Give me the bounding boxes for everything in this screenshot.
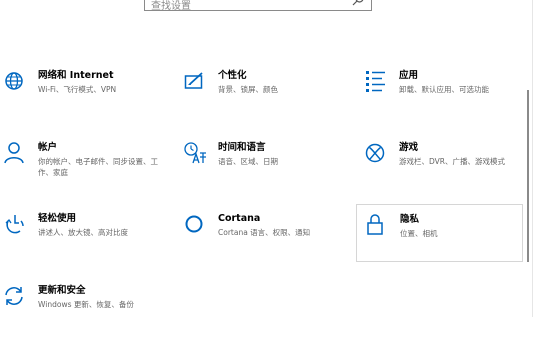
tile-title: 游戏 — [399, 142, 419, 153]
tile-description: 语音、区域、日期 — [218, 157, 278, 166]
tile-description: 讲述人、放大镜、高对比度 — [38, 228, 128, 237]
personalization-icon — [184, 70, 208, 94]
ease-of-access-icon — [4, 213, 28, 237]
tile-accounts[interactable]: 帐户 你的帐户、电子邮件、同步设置、工作、家庭 — [4, 142, 172, 200]
tile-title: 网络和 Internet — [38, 70, 114, 81]
tile-title: 个性化 — [218, 70, 247, 81]
tile-title: 帐户 — [38, 142, 58, 153]
tile-personalization[interactable]: 个性化 背景、锁屏、颜色 — [184, 70, 352, 128]
globe-icon — [4, 70, 28, 94]
tile-ease-of-access[interactable]: 轻松使用 讲述人、放大镜、高对比度 — [4, 213, 172, 271]
search-input[interactable]: 查找设置 — [144, 0, 372, 12]
update-icon — [4, 285, 28, 309]
tile-description: 你的帐户、电子邮件、同步设置、工作、家庭 — [38, 157, 158, 177]
tile-description: 背景、锁屏、颜色 — [218, 85, 278, 94]
tile-network-internet[interactable]: 网络和 Internet Wi-Fi、飞行模式、VPN — [4, 70, 172, 128]
xbox-icon — [365, 142, 389, 166]
tile-time-language[interactable]: 时间和语言 语音、区域、日期 — [184, 142, 352, 200]
tile-description: Wi-Fi、飞行模式、VPN — [38, 85, 117, 94]
search-icon[interactable] — [351, 0, 365, 7]
tile-description: 位置、相机 — [400, 229, 438, 238]
tile-title: 时间和语言 — [218, 142, 266, 153]
search-placeholder: 查找设置 — [151, 1, 191, 12]
cortana-icon — [184, 213, 208, 237]
tile-privacy[interactable]: 隐私 位置、相机 — [356, 204, 523, 262]
tile-description: 游戏栏、DVR、广播、游戏模式 — [399, 157, 505, 166]
window-border — [532, 0, 533, 317]
tile-gaming[interactable]: 游戏 游戏栏、DVR、广播、游戏模式 — [365, 142, 533, 200]
lock-icon — [366, 214, 390, 238]
time-language-icon — [184, 142, 208, 166]
tile-description: 卸载、默认应用、可选功能 — [399, 85, 489, 94]
tile-title: 更新和安全 — [38, 285, 86, 296]
tile-title: 轻松使用 — [38, 213, 77, 224]
tile-description: Windows 更新、恢复、备份 — [38, 300, 134, 309]
tile-update-security[interactable]: 更新和安全 Windows 更新、恢复、备份 — [4, 285, 172, 343]
tile-title: 隐私 — [400, 214, 420, 225]
apps-icon — [365, 70, 389, 94]
tile-title: 应用 — [399, 70, 419, 81]
tile-title: Cortana — [218, 213, 261, 224]
vertical-scrollbar[interactable] — [527, 90, 529, 262]
tile-apps[interactable]: 应用 卸载、默认应用、可选功能 — [365, 70, 533, 128]
tile-cortana[interactable]: Cortana Cortana 语言、权限、通知 — [184, 213, 352, 271]
tile-description: Cortana 语言、权限、通知 — [218, 228, 311, 237]
person-icon — [4, 142, 28, 166]
